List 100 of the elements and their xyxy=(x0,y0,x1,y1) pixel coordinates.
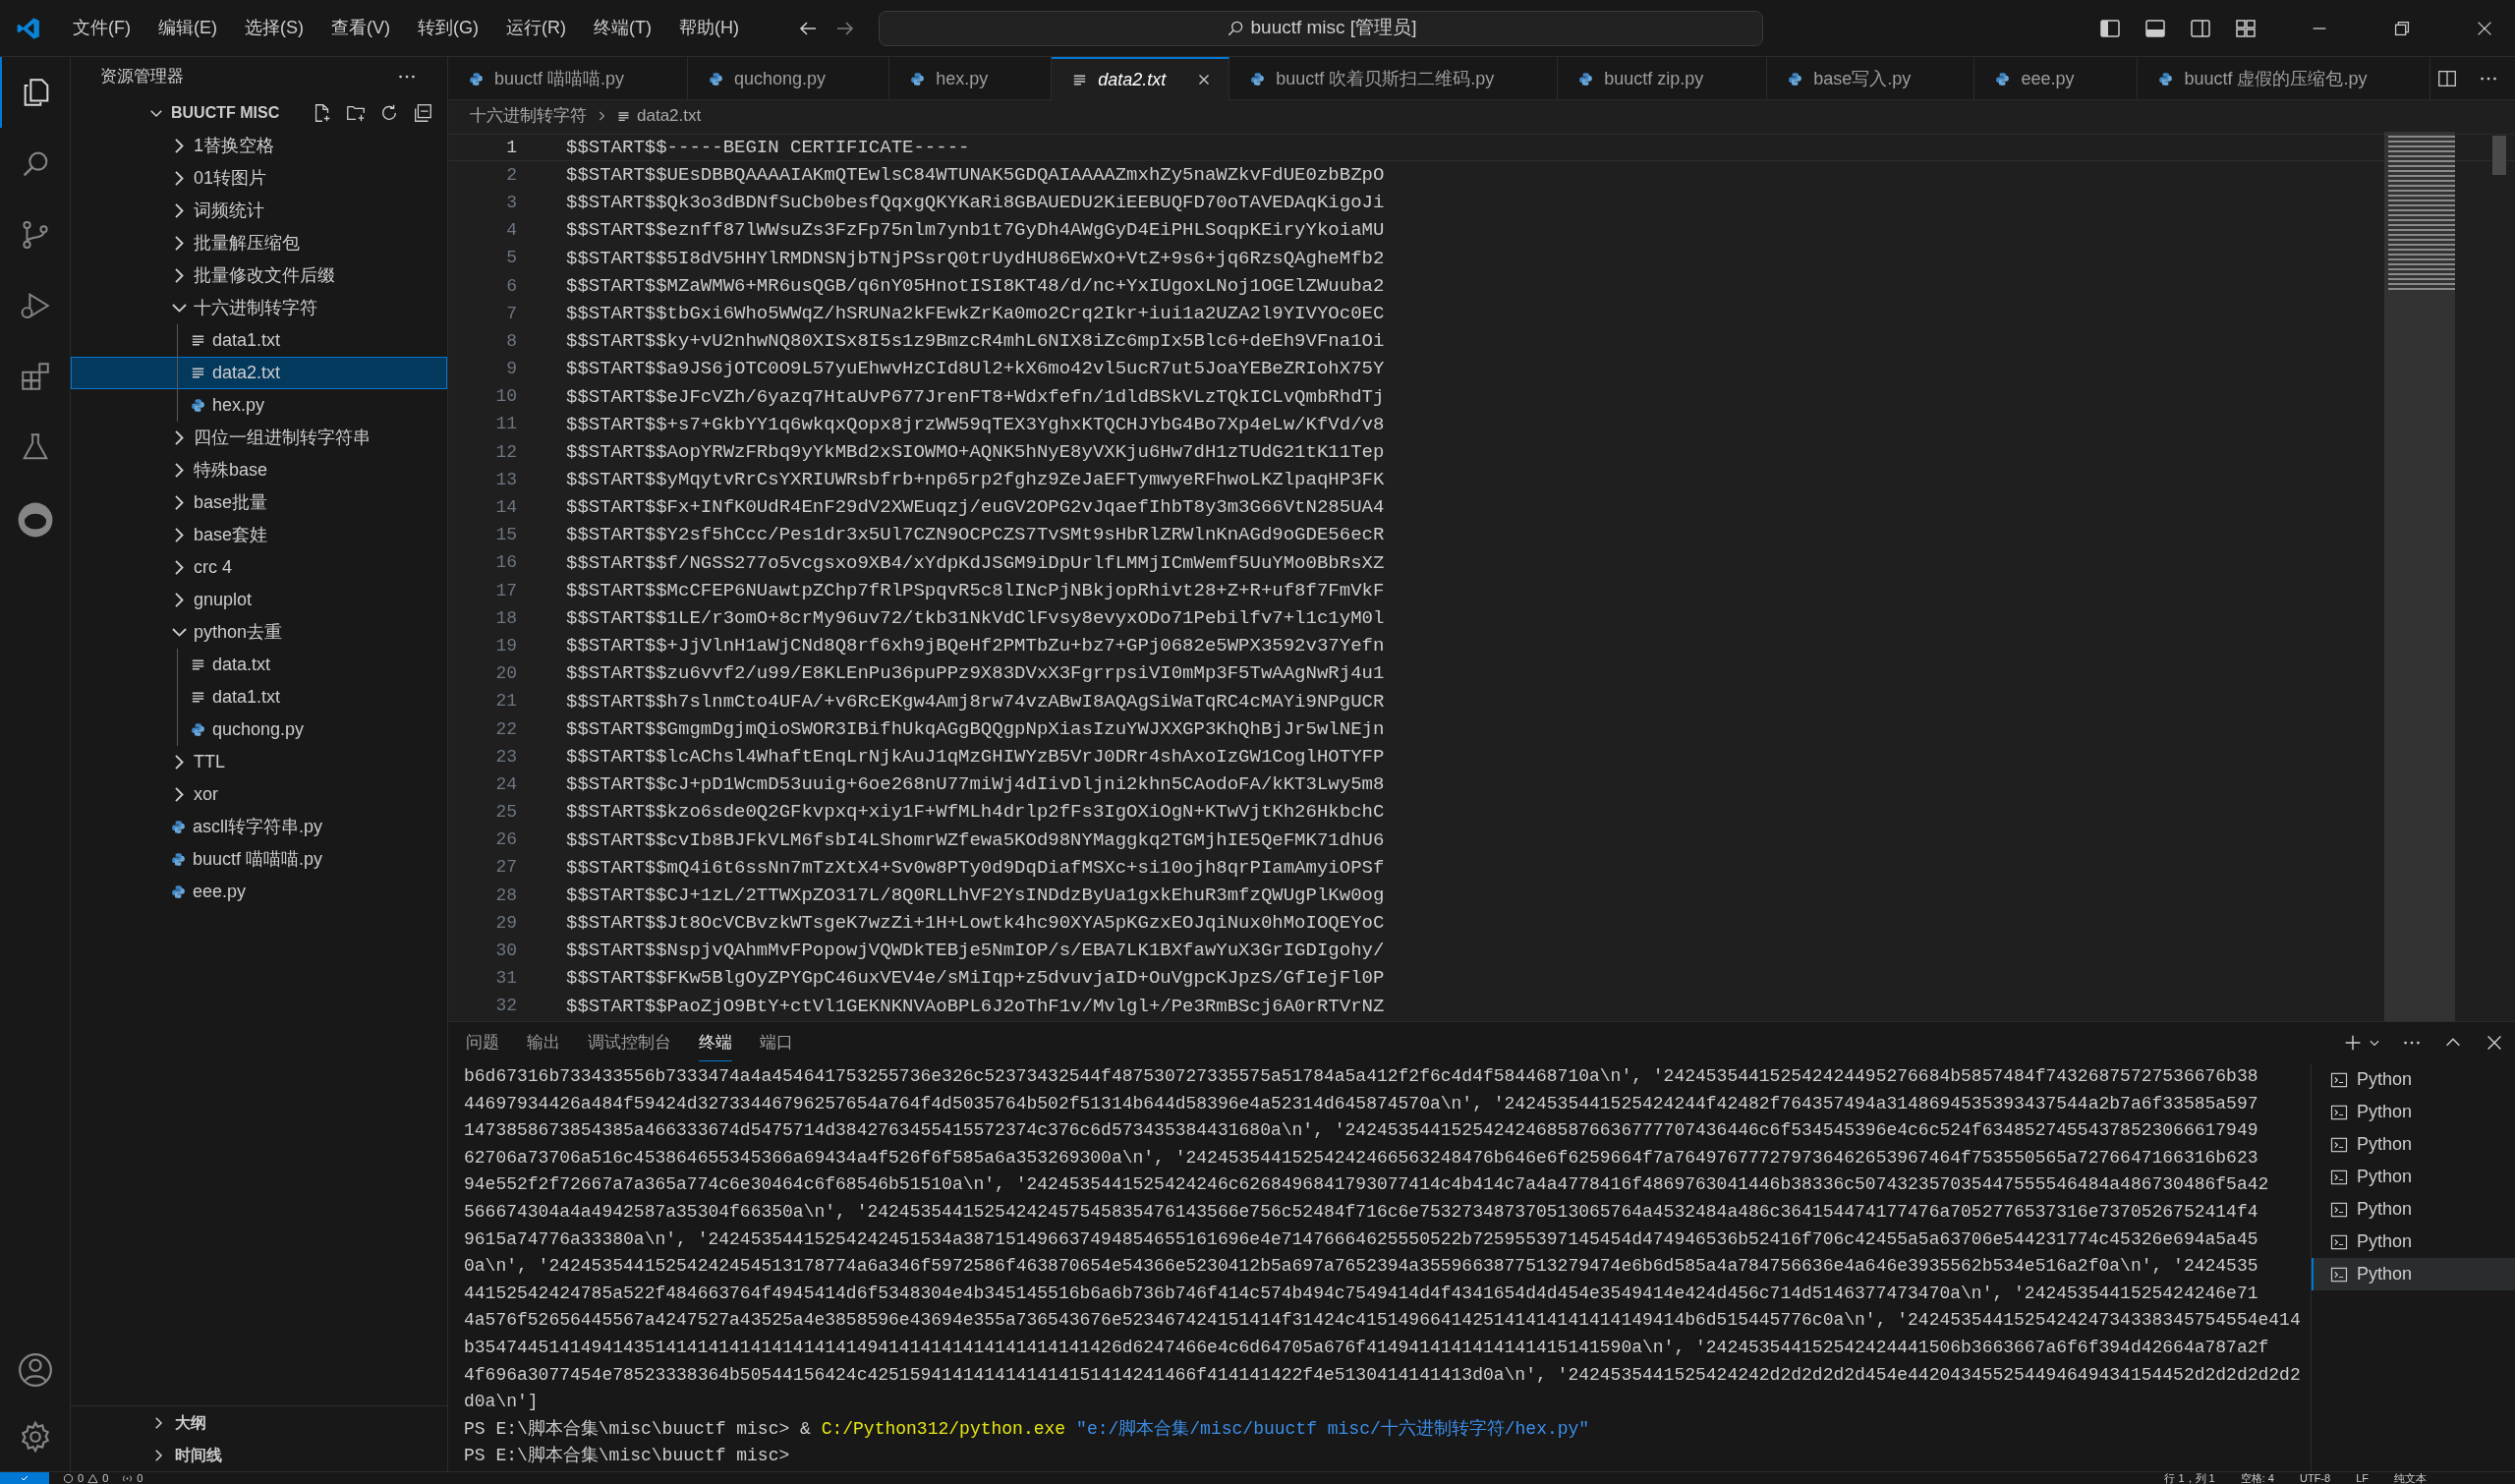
chevron-right-icon xyxy=(174,236,184,251)
code-line: $$START$$McCFEP6NUawtpZChp7fRlPSpqvR5c8lINcPjNBkjopRhivt28+Z+R+uf8f7FmVkF xyxy=(566,578,1385,603)
tree-item[interactable]: buuctf 喵喵喵.py xyxy=(71,843,447,876)
line-number: 15 xyxy=(494,524,517,547)
chevron-right-icon xyxy=(174,463,184,478)
tree-item[interactable]: quchong.py xyxy=(71,713,447,746)
code-line: $$START$$FKw5BlgOyZPYGpC46uxVEV4e/sMiIqp+z5dvuvjaID+OuVgpcKJpzS/GfIejFl0P xyxy=(566,966,1385,992)
ports-status[interactable]: 0 xyxy=(122,1472,143,1484)
status-item[interactable]: 纯文本 xyxy=(2394,1472,2427,1484)
panel-tab[interactable]: 端口 xyxy=(760,1023,793,1062)
minimap-drawing[interactable] xyxy=(2384,132,2455,1021)
tree-item[interactable]: 批量修改文件后缀 xyxy=(71,259,447,292)
line-number: 4 xyxy=(505,219,517,243)
terminal-instance[interactable]: Python xyxy=(2312,1193,2515,1226)
round-badge-icon[interactable] xyxy=(16,501,54,539)
tree-item[interactable]: 批量解压缩包 xyxy=(71,227,447,259)
scrollbar-thumb[interactable] xyxy=(2492,136,2506,175)
section-header[interactable]: 大纲 xyxy=(71,1406,447,1439)
terminal-instance[interactable]: Python xyxy=(2312,1226,2515,1258)
tree-item[interactable]: data2.txt xyxy=(71,357,447,389)
code-line: $$START$$lcAChsl4WhaftEnqLrNjkAuJ1qMzGHIWYzB5VrJ0DRr4shAxoIzGW1CoglHOTYFP xyxy=(566,744,1385,770)
menu-item[interactable]: 转到(G) xyxy=(406,11,490,45)
editor-tab[interactable]: buuctf 吹着贝斯扫二维码.py xyxy=(1229,57,1559,100)
tree-item[interactable]: python去重 xyxy=(71,616,447,649)
menu-item[interactable]: 终端(T) xyxy=(582,11,663,45)
terminal-output-line: 4f696a3077454e78523338364b50544156424c4251594141414141414151414241466f414141422f4e5130414141413d0a\n', '2424535441525424242d2d2d2d2d454e442043455254494649434154452d2d2d2d2d2 xyxy=(464,1363,2302,1387)
editor-tab[interactable]: eee.py xyxy=(1974,57,2139,100)
editor-tab[interactable]: base写入.py xyxy=(1767,57,1975,100)
editor-tab[interactable]: buuctf 喵喵喵.py xyxy=(448,57,689,100)
status-item[interactable]: 空格: 4 xyxy=(2240,1472,2274,1484)
line-number: 16 xyxy=(494,551,517,575)
python-file-icon xyxy=(708,70,725,87)
terminal-instance[interactable]: Python xyxy=(2312,1161,2515,1193)
tree-item[interactable]: 1替换空格 xyxy=(71,130,447,162)
panel-tab[interactable]: 问题 xyxy=(466,1023,499,1062)
menu-item[interactable]: 文件(F) xyxy=(61,11,143,45)
status-item[interactable]: LF xyxy=(2356,1472,2369,1484)
command-center[interactable]: buuctf misc [管理员] xyxy=(878,10,1763,46)
tree-item[interactable]: 四位一组进制转字符串 xyxy=(71,422,447,454)
terminal-instance[interactable]: Python xyxy=(2312,1063,2515,1096)
terminal-instance[interactable]: Python xyxy=(2312,1258,2515,1290)
panel-tab[interactable]: 调试控制台 xyxy=(588,1023,671,1062)
code-line: $$START$$NspjvQAhmMvFPopowjVQWDkTEBje5NmIOP/s/EBA7LK1BXfawYuX3GrIGDIgohy/ xyxy=(566,939,1385,964)
menu-item[interactable]: 帮助(H) xyxy=(666,11,751,45)
sidebar-title: 资源管理器 xyxy=(100,66,184,88)
tree-item[interactable]: data1.txt xyxy=(71,324,447,357)
code-line: $$START$$kzo6sde0Q2GFkvpxq+xiy1F+WfMLh4drlp2fFs3IgOXiOgN+KTwVjtKh26HkbchC xyxy=(566,800,1385,826)
collapse-all-icon[interactable] xyxy=(412,102,433,124)
section-header[interactable]: 时间线 xyxy=(71,1439,447,1471)
chevron-down-icon xyxy=(171,628,187,637)
python-file-icon xyxy=(1577,70,1595,87)
error-icon xyxy=(63,1472,74,1484)
editor-tab[interactable]: buuctf 虚假的压缩包.py xyxy=(2138,57,2431,100)
line-number: 31 xyxy=(494,967,517,991)
breadcrumb-item[interactable]: data2.txt xyxy=(616,103,702,129)
tree-item[interactable]: base批量 xyxy=(71,486,447,519)
line-number: 27 xyxy=(494,856,517,880)
editor-tab[interactable]: buuctf zip.py xyxy=(1558,57,1768,100)
panel-tab[interactable]: 输出 xyxy=(527,1023,560,1062)
workspace-root[interactable]: BUUCTF MISC xyxy=(171,101,280,125)
tree-item[interactable]: eee.py xyxy=(71,876,447,908)
line-number: 2 xyxy=(505,163,517,187)
tree-item[interactable]: 01转图片 xyxy=(71,162,447,195)
status-item[interactable]: UTF-8 xyxy=(2300,1472,2331,1484)
menu-item[interactable]: 编辑(E) xyxy=(146,11,229,45)
menu-item[interactable]: 查看(V) xyxy=(319,11,402,45)
tree-item[interactable]: crc 4 xyxy=(71,551,447,584)
line-number: 29 xyxy=(494,911,517,935)
code-line: $$START$$h7slnmCto4UFA/+v6RcEKgw4Amj8rw74vzABwI8AQAgSiWaTqRC4cMAYi9NPgUCR xyxy=(566,689,1385,714)
tree-item[interactable]: base套娃 xyxy=(71,519,447,551)
chevron-right-icon xyxy=(174,755,184,770)
tree-item[interactable]: hex.py xyxy=(71,389,447,422)
menu-item[interactable]: 选择(S) xyxy=(233,11,315,45)
line-number: 8 xyxy=(505,329,517,353)
terminal-output-line: 0a\n', '24245354415254242454513178774a6a346f5972586f463870654e54366e5230412b5a697a7652394a3559663877513279474e6b6d585a4a784756636e4a646e3935562b534e516a2f0a\n', '2424535 xyxy=(464,1255,2259,1279)
terminal-instance[interactable]: Python xyxy=(2312,1128,2515,1161)
terminal-output-line: b3547445141494143514141414141414141414941414141414141414141426d6247466e4c6d64705a676f4149414141414141415141590a\n', '242453544152542424441506b3663667a6f6f394d42664a787a2f xyxy=(464,1336,2270,1359)
breadcrumb-item[interactable]: 十六进制转字符 xyxy=(470,103,587,129)
terminal-instance[interactable]: Python xyxy=(2312,1096,2515,1128)
editor-tab[interactable]: data2.txt xyxy=(1052,57,1230,100)
line-number: 23 xyxy=(494,745,517,769)
tree-item[interactable]: 特殊base xyxy=(71,454,447,486)
menu-item[interactable]: 运行(R) xyxy=(494,11,578,45)
problems-status[interactable]: 0 0 xyxy=(63,1472,109,1484)
account-icon[interactable] xyxy=(16,1351,54,1389)
tree-item[interactable]: 十六进制转字符 xyxy=(71,292,447,324)
panel-tab[interactable]: 终端 xyxy=(699,1023,732,1062)
tree-item[interactable]: xor xyxy=(71,778,447,811)
tree-item[interactable]: data.txt xyxy=(71,649,447,681)
tree-item[interactable]: data1.txt xyxy=(71,681,447,713)
line-number: 3 xyxy=(505,191,517,214)
status-item[interactable]: 行 1，列 1 xyxy=(2164,1472,2215,1484)
tree-item[interactable]: 词频统计 xyxy=(71,195,447,227)
python-file-icon xyxy=(1787,70,1804,87)
tree-item[interactable]: gnuplot xyxy=(71,584,447,616)
tree-item[interactable]: TTL xyxy=(71,746,447,778)
line-number: 21 xyxy=(494,690,517,713)
tree-item[interactable]: ascll转字符串.py xyxy=(71,811,447,843)
terminal-output-line: 44152542424785a522f484663764f4945414d6f5348304e4b345145516b6a6b736b746f414c574b494c7549414d4f4341654d4d454e3549414e424d456c714d5146377473470a\n', '2424535441525424246e71 xyxy=(464,1282,2259,1305)
editor-tab[interactable]: quchong.py xyxy=(688,57,890,100)
